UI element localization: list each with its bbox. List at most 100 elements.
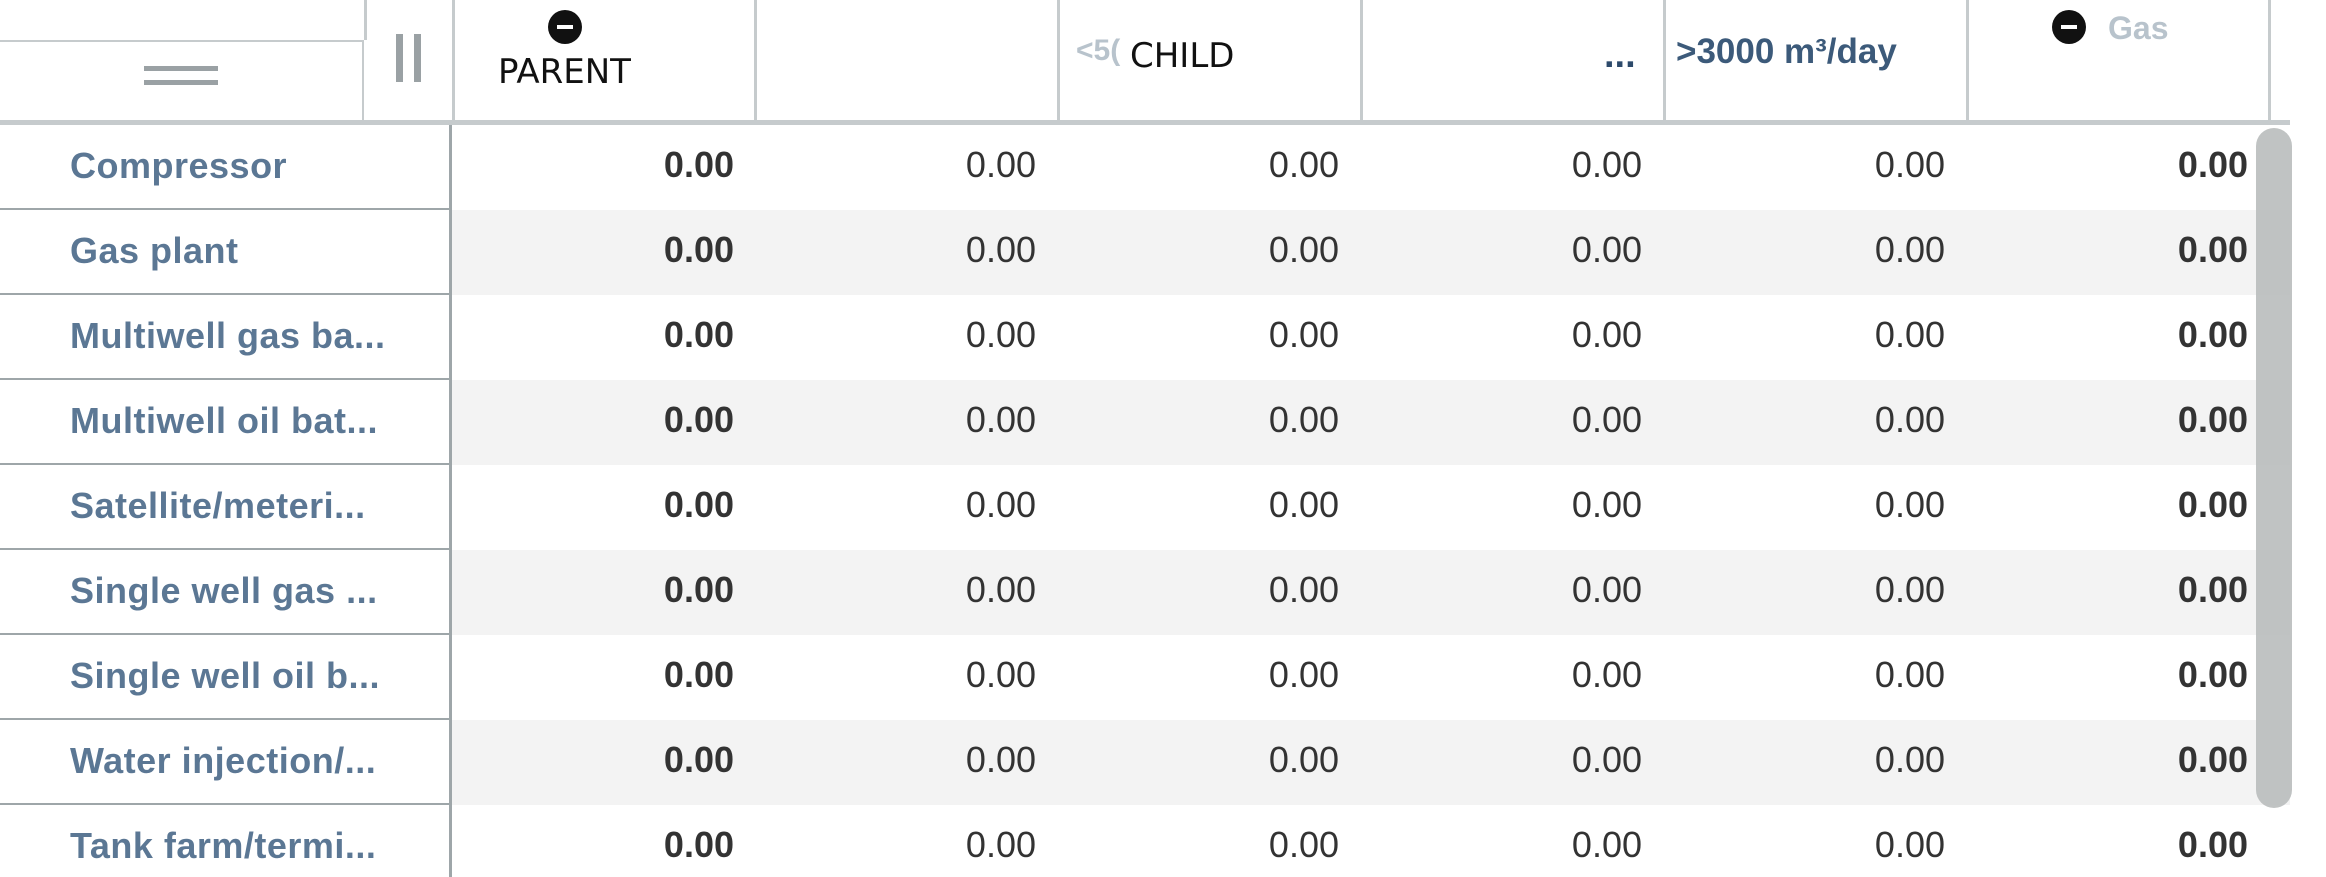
column-divider [452, 0, 455, 124]
value-cell[interactable]: 0.00 [454, 314, 734, 356]
child-group-label: CHILD [1130, 36, 1235, 76]
column-divider [1057, 0, 1060, 124]
value-cell[interactable]: 0.00 [1665, 569, 1945, 611]
value-cell[interactable]: 0.00 [756, 399, 1036, 441]
value-cell[interactable]: 0.00 [454, 144, 734, 186]
value-cell[interactable]: 0.00 [1665, 399, 1945, 441]
value-cell[interactable]: 0.00 [1059, 654, 1339, 696]
column-divider [1966, 0, 1969, 124]
value-cell[interactable]: 0.00 [1059, 399, 1339, 441]
value-cell[interactable]: 0.00 [1968, 654, 2248, 696]
value-cell[interactable]: 0.00 [1059, 739, 1339, 781]
value-cell[interactable]: 0.00 [1968, 144, 2248, 186]
value-cell[interactable]: 0.00 [1362, 654, 1642, 696]
column-divider [1360, 0, 1363, 124]
column-divider [754, 0, 757, 124]
row-header-cell[interactable]: Multiwell gas ba... [0, 295, 452, 380]
value-cell[interactable]: 0.00 [454, 654, 734, 696]
value-cell[interactable]: 0.00 [1968, 824, 2248, 866]
table-row: Single well oil b... 0.00 0.00 0.00 0.00… [0, 635, 2290, 720]
value-cell[interactable]: 0.00 [1968, 314, 2248, 356]
row-header-cell[interactable]: Single well oil b... [0, 635, 452, 720]
value-cell[interactable]: 0.00 [756, 229, 1036, 271]
value-cell[interactable]: 0.00 [756, 484, 1036, 526]
value-cell[interactable]: 0.00 [1362, 739, 1642, 781]
gas-group-label[interactable]: Gas [2108, 10, 2168, 47]
row-label: Compressor [70, 145, 288, 186]
value-cell[interactable]: 0.00 [1968, 399, 2248, 441]
value-cell[interactable]: 0.00 [1362, 484, 1642, 526]
value-cell[interactable]: 0.00 [454, 739, 734, 781]
value-cell[interactable]: 0.00 [1665, 824, 1945, 866]
value-cell[interactable]: 0.00 [1362, 314, 1642, 356]
table-row: Multiwell oil bat... 0.00 0.00 0.00 0.00… [0, 380, 2290, 465]
hamburger-icon[interactable] [144, 66, 218, 94]
value-cell[interactable]: 0.00 [1968, 569, 2248, 611]
minus-circle-icon[interactable] [2052, 10, 2086, 44]
column-divider [2268, 0, 2271, 120]
row-header-cell[interactable]: Tank farm/termi... [0, 805, 452, 877]
value-cell[interactable]: 0.00 [756, 144, 1036, 186]
table-row: Compressor 0.00 0.00 0.00 0.00 0.00 0.00 [0, 125, 2290, 210]
value-cell[interactable]: 0.00 [454, 484, 734, 526]
row-header-corner [0, 40, 364, 120]
value-cell[interactable]: 0.00 [1968, 484, 2248, 526]
truncated-header-label[interactable]: ... [1604, 34, 1636, 77]
row-label: Single well oil b... [70, 655, 381, 696]
parent-group-label: PARENT [498, 52, 631, 92]
vertical-scrollbar-thumb[interactable] [2256, 128, 2292, 808]
child-prefix-label: <5( [1076, 34, 1121, 67]
value-cell[interactable]: 0.00 [1059, 569, 1339, 611]
value-cell[interactable]: 0.00 [756, 824, 1036, 866]
row-label: Multiwell oil bat... [70, 400, 379, 441]
table-row: Water injection/... 0.00 0.00 0.00 0.00 … [0, 720, 2290, 805]
value-cell[interactable]: 0.00 [454, 229, 734, 271]
value-cell[interactable]: 0.00 [454, 824, 734, 866]
table-row: Multiwell gas ba... 0.00 0.00 0.00 0.00 … [0, 295, 2290, 380]
value-cell[interactable]: 0.00 [1059, 484, 1339, 526]
grid-body: Compressor 0.00 0.00 0.00 0.00 0.00 0.00… [0, 125, 2290, 877]
column-divider [1663, 0, 1666, 124]
row-label: Satellite/meteri... [70, 485, 366, 526]
value-cell[interactable]: 0.00 [1665, 484, 1945, 526]
row-header-cell[interactable]: Satellite/meteri... [0, 465, 452, 550]
pivot-grid: PARENT <5( CHILD ... >3000 m³/day Gas Co… [0, 0, 2326, 877]
value-cell[interactable]: 0.00 [1059, 314, 1339, 356]
value-cell[interactable]: 0.00 [1059, 229, 1339, 271]
value-cell[interactable]: 0.00 [756, 654, 1036, 696]
column-header-volume[interactable]: >3000 m³/day [1676, 32, 1897, 72]
value-cell[interactable]: 0.00 [756, 314, 1036, 356]
value-cell[interactable]: 0.00 [1665, 144, 1945, 186]
value-cell[interactable]: 0.00 [1362, 824, 1642, 866]
row-label: Gas plant [70, 230, 239, 271]
row-header-cell[interactable]: Multiwell oil bat... [0, 380, 452, 465]
column-resize-handle-icon[interactable] [392, 34, 426, 82]
value-cell[interactable]: 0.00 [1362, 399, 1642, 441]
value-cell[interactable]: 0.00 [1362, 229, 1642, 271]
value-cell[interactable]: 0.00 [1059, 144, 1339, 186]
row-label: Single well gas ... [70, 570, 378, 611]
value-cell[interactable]: 0.00 [756, 569, 1036, 611]
row-header-cell[interactable]: Compressor [0, 125, 452, 210]
value-cell[interactable]: 0.00 [454, 569, 734, 611]
value-cell[interactable]: 0.00 [1665, 739, 1945, 781]
value-cell[interactable]: 0.00 [1059, 824, 1339, 866]
row-header-cell[interactable]: Single well gas ... [0, 550, 452, 635]
value-cell[interactable]: 0.00 [756, 739, 1036, 781]
value-cell[interactable]: 0.00 [1665, 654, 1945, 696]
row-header-cell[interactable]: Gas plant [0, 210, 452, 295]
value-cell[interactable]: 0.00 [454, 399, 734, 441]
table-row: Satellite/meteri... 0.00 0.00 0.00 0.00 … [0, 465, 2290, 550]
value-cell[interactable]: 0.00 [1968, 229, 2248, 271]
table-row: Tank farm/termi... 0.00 0.00 0.00 0.00 0… [0, 805, 2290, 877]
value-cell[interactable]: 0.00 [1362, 569, 1642, 611]
value-cell[interactable]: 0.00 [1968, 739, 2248, 781]
row-label: Multiwell gas ba... [70, 315, 386, 356]
minus-circle-icon[interactable] [548, 10, 582, 44]
row-header-cell[interactable]: Water injection/... [0, 720, 452, 805]
value-cell[interactable]: 0.00 [1362, 144, 1642, 186]
value-cell[interactable]: 0.00 [1665, 229, 1945, 271]
grid-header: PARENT <5( CHILD ... >3000 m³/day Gas [0, 0, 2326, 125]
value-cell[interactable]: 0.00 [1665, 314, 1945, 356]
row-label: Water injection/... [70, 740, 377, 781]
